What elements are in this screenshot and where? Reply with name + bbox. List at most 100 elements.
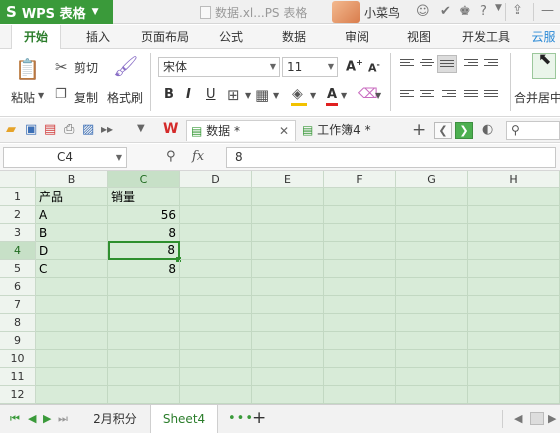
cell-g1[interactable] bbox=[396, 188, 468, 206]
column-header-e[interactable]: E bbox=[252, 171, 324, 188]
tab-developer[interactable]: 开发工具 bbox=[454, 25, 518, 49]
row-header-1[interactable]: 1 bbox=[0, 188, 36, 206]
close-icon[interactable]: ✕ bbox=[279, 121, 289, 142]
tab-home[interactable]: 开始 bbox=[11, 25, 61, 50]
new-tab-icon[interactable]: + bbox=[412, 120, 426, 140]
function-icon[interactable]: fx bbox=[192, 149, 204, 164]
align-center-icon[interactable] bbox=[420, 90, 434, 101]
row-header-5[interactable]: 5 bbox=[0, 260, 36, 278]
cell-f11[interactable] bbox=[324, 368, 396, 386]
column-header-h[interactable]: H bbox=[468, 171, 560, 188]
cell-h7[interactable] bbox=[468, 296, 560, 314]
italic-button[interactable]: I bbox=[186, 87, 191, 102]
cell-d6[interactable] bbox=[180, 278, 252, 296]
cell-f7[interactable] bbox=[324, 296, 396, 314]
cell-b3[interactable]: B bbox=[36, 224, 108, 242]
decrease-indent-icon[interactable] bbox=[464, 59, 478, 70]
cell-f2[interactable] bbox=[324, 206, 396, 224]
open-folder-icon[interactable]: ▰ bbox=[6, 122, 16, 137]
cell-b5[interactable]: C bbox=[36, 260, 108, 278]
tab-list-icon[interactable]: ◐ bbox=[482, 122, 493, 137]
chevron-down-icon[interactable]: ▼ bbox=[310, 91, 316, 100]
cell-e2[interactable] bbox=[252, 206, 324, 224]
cell-f10[interactable] bbox=[324, 350, 396, 368]
tab-next-button[interactable]: ❯ bbox=[455, 122, 473, 139]
print-preview-icon[interactable]: ▨ bbox=[82, 122, 94, 137]
shirt-icon[interactable]: ♚ bbox=[459, 4, 471, 19]
cell-h10[interactable] bbox=[468, 350, 560, 368]
paste-button[interactable]: 📋 bbox=[12, 55, 40, 81]
justify-icon[interactable] bbox=[464, 90, 478, 101]
cell-d4[interactable] bbox=[180, 242, 252, 260]
cell-h2[interactable] bbox=[468, 206, 560, 224]
cell-e3[interactable] bbox=[252, 224, 324, 242]
sheet-tab-sheet4[interactable]: Sheet4 bbox=[150, 405, 218, 433]
first-sheet-icon[interactable]: ⏮ bbox=[10, 412, 20, 426]
chevron-down-icon[interactable]: ▼ bbox=[273, 91, 279, 100]
cell-d8[interactable] bbox=[180, 314, 252, 332]
chevron-down-icon[interactable]: ▼ bbox=[245, 91, 251, 100]
cell-g11[interactable] bbox=[396, 368, 468, 386]
cell-c10[interactable] bbox=[108, 350, 180, 368]
cell-e5[interactable] bbox=[252, 260, 324, 278]
cell-e9[interactable] bbox=[252, 332, 324, 350]
cell-b4[interactable]: D bbox=[36, 242, 108, 260]
cell-d11[interactable] bbox=[180, 368, 252, 386]
font-size-select[interactable]: 11 ▼ bbox=[282, 57, 338, 77]
tab-data[interactable]: 数据 bbox=[270, 25, 318, 49]
font-name-select[interactable]: 宋体 ▼ bbox=[158, 57, 280, 77]
cell-c1[interactable]: 销量 bbox=[108, 188, 180, 206]
search-box[interactable]: ⚲ bbox=[506, 121, 560, 140]
cell-h11[interactable] bbox=[468, 368, 560, 386]
row-header-6[interactable]: 6 bbox=[0, 278, 36, 296]
wps-cloud-icon[interactable]: W bbox=[163, 121, 178, 137]
cell-h6[interactable] bbox=[468, 278, 560, 296]
cell-f8[interactable] bbox=[324, 314, 396, 332]
tab-view[interactable]: 视图 bbox=[395, 25, 443, 49]
cell-b8[interactable] bbox=[36, 314, 108, 332]
name-box[interactable]: C4 ▼ bbox=[3, 147, 127, 168]
align-left-icon[interactable] bbox=[400, 90, 414, 101]
cell-c5[interactable]: 8 bbox=[108, 260, 180, 278]
scroll-left-icon[interactable]: ◀ bbox=[514, 412, 522, 425]
cell-h12[interactable] bbox=[468, 386, 560, 404]
check-icon[interactable]: ✔ bbox=[440, 4, 451, 19]
more-sheets-icon[interactable]: ••• bbox=[228, 411, 254, 426]
tab-review[interactable]: 审阅 bbox=[333, 25, 381, 49]
underline-button[interactable]: U bbox=[206, 87, 216, 102]
cell-b9[interactable] bbox=[36, 332, 108, 350]
cell-h1[interactable] bbox=[468, 188, 560, 206]
column-header-d[interactable]: D bbox=[180, 171, 252, 188]
row-header-12[interactable]: 12 bbox=[0, 386, 36, 404]
cell-b10[interactable] bbox=[36, 350, 108, 368]
save-icon[interactable]: ▣ bbox=[25, 122, 37, 137]
cell-d12[interactable] bbox=[180, 386, 252, 404]
cell-f12[interactable] bbox=[324, 386, 396, 404]
tab-cloud-service[interactable]: 云服务 bbox=[527, 25, 560, 49]
cell-e6[interactable] bbox=[252, 278, 324, 296]
row-header-9[interactable]: 9 bbox=[0, 332, 36, 350]
cell-g8[interactable] bbox=[396, 314, 468, 332]
last-sheet-icon[interactable]: ⏭ bbox=[58, 412, 68, 426]
more-icon[interactable]: ▸▸ bbox=[101, 122, 113, 136]
cell-b11[interactable] bbox=[36, 368, 108, 386]
cell-f1[interactable] bbox=[324, 188, 396, 206]
cell-d2[interactable] bbox=[180, 206, 252, 224]
cell-h4[interactable] bbox=[468, 242, 560, 260]
horizontal-scrollbar-thumb[interactable] bbox=[530, 412, 544, 425]
cell-g9[interactable] bbox=[396, 332, 468, 350]
minimize-icon[interactable]: — bbox=[541, 3, 554, 18]
tab-formula[interactable]: 公式 bbox=[208, 25, 254, 49]
row-header-11[interactable]: 11 bbox=[0, 368, 36, 386]
cell-d5[interactable] bbox=[180, 260, 252, 278]
align-middle-icon[interactable] bbox=[420, 59, 434, 70]
cell-b6[interactable] bbox=[36, 278, 108, 296]
help-icon[interactable]: ? bbox=[480, 4, 487, 19]
decrease-font-icon[interactable]: A- bbox=[368, 60, 380, 75]
cut-button[interactable]: 剪切 bbox=[74, 59, 98, 76]
print-icon[interactable]: ⎙ bbox=[64, 122, 74, 137]
format-painter-button[interactable]: 格式刷 bbox=[107, 89, 143, 106]
cell-d10[interactable] bbox=[180, 350, 252, 368]
cell-f6[interactable] bbox=[324, 278, 396, 296]
zoom-icon[interactable]: ⚲ bbox=[166, 149, 176, 164]
